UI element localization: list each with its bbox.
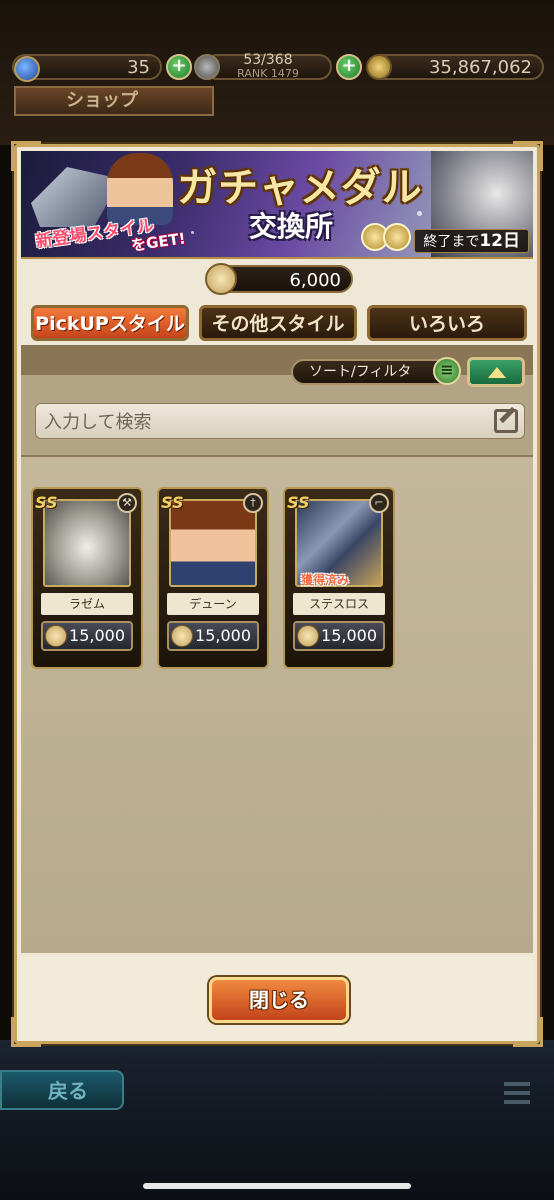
collapse-button[interactable] [467, 357, 525, 387]
rank-label: RANK 1479 [237, 67, 299, 80]
tab-misc[interactable]: いろいろ [367, 305, 527, 341]
item-card[interactable]: SS ⚒ ラゼム 15,000 [31, 487, 143, 669]
medal-coin-icon [205, 263, 237, 295]
stamina-icon [194, 54, 220, 80]
gold-coin-icon [366, 54, 392, 80]
category-tabs: PickUPスタイル その他スタイル いろいろ [31, 305, 527, 341]
gold-counter: 35,867,062 [368, 54, 544, 80]
rarity-badge: SS [287, 493, 310, 512]
sort-filter-button[interactable]: ソート/フィルタ ≡ [291, 357, 461, 385]
gem-count: 35 [127, 56, 150, 78]
axe-icon: ⚒ [117, 493, 137, 513]
add-gems-button[interactable]: + [166, 54, 192, 80]
item-card[interactable]: SS ⌐ 獲得済み ステスロス 15,000 [283, 487, 395, 669]
countdown-days: 12日 [479, 231, 520, 251]
search-field[interactable] [35, 403, 525, 440]
item-price: 15,000 [167, 621, 259, 651]
edit-icon[interactable] [494, 409, 518, 433]
stamina-counter: 53/368 RANK 1479 [204, 52, 332, 80]
search-input[interactable] [36, 404, 476, 440]
medal-icon [383, 223, 411, 251]
rarity-badge: SS [161, 493, 184, 512]
item-name: デューン [167, 593, 259, 615]
acquired-label: 獲得済み [301, 573, 350, 587]
close-button[interactable]: 閉じる [209, 977, 349, 1023]
tab-other-style[interactable]: その他スタイル [199, 305, 357, 341]
medal-balance: 6,000 [205, 263, 353, 295]
medal-coin-icon [297, 625, 319, 647]
countdown-prefix: 終了まで [423, 234, 480, 250]
price-value: 15,000 [321, 626, 377, 645]
medal-count: 6,000 [289, 270, 341, 291]
medal-coin-icon [45, 625, 67, 647]
event-banner: ガチャメダル 交換所 新登場スタイル をGET! 終了まで12日 [21, 151, 533, 259]
item-name: ラゼム [41, 593, 133, 615]
banner-subtitle: 交換所 [248, 210, 333, 243]
shop-title: ショップ [14, 86, 214, 116]
price-value: 15,000 [69, 626, 125, 645]
tab-pickup-style[interactable]: PickUPスタイル [31, 305, 189, 341]
home-indicator [143, 1183, 411, 1189]
sort-filter-label: ソート/フィルタ [309, 364, 412, 380]
item-name: ステスロス [293, 593, 385, 615]
price-value: 15,000 [195, 626, 251, 645]
triangle-up-icon [488, 367, 506, 378]
menu-icon[interactable] [504, 1082, 530, 1106]
gun-icon: ⌐ [369, 493, 389, 513]
gem-icon [14, 56, 40, 82]
item-price: 15,000 [41, 621, 133, 651]
gold-count: 35,867,062 [428, 56, 532, 78]
background-footer [0, 1040, 554, 1200]
stamina-value: 53/368 [243, 52, 293, 68]
item-card[interactable]: SS † デューン 15,000 [157, 487, 269, 669]
back-button[interactable]: 戻る [0, 1070, 124, 1110]
status-bar: 35 + 53/368 RANK 1479 + 35,867,062 [0, 48, 554, 86]
item-price: 15,000 [293, 621, 385, 651]
sparkle [191, 231, 194, 234]
add-stamina-button[interactable]: + [336, 54, 362, 80]
list-toolbar: ソート/フィルタ ≡ [21, 345, 533, 457]
medal-exchange-modal: ガチャメダル 交換所 新登場スタイル をGET! 終了まで12日 6,000 P… [11, 141, 543, 1047]
filter-icon: ≡ [433, 357, 461, 385]
medal-coin-icon [171, 625, 193, 647]
sword-icon: † [243, 493, 263, 513]
countdown-badge: 終了まで12日 [414, 229, 529, 253]
rarity-badge: SS [35, 493, 58, 512]
